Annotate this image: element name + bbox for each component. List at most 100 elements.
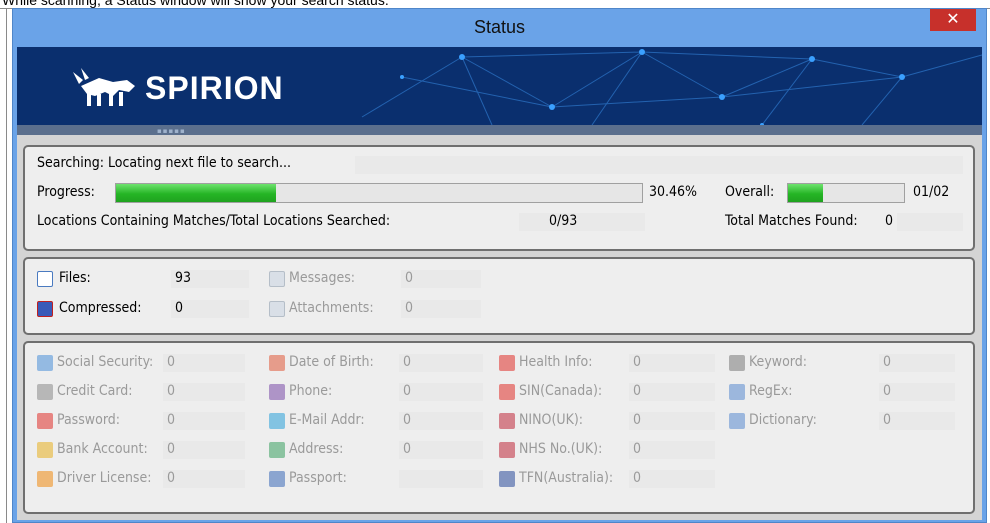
progress-bar [115, 183, 643, 203]
data-type-label: Password: [57, 412, 120, 428]
close-icon: ✕ [946, 11, 960, 28]
data-type-value: 0 [167, 470, 176, 486]
file-icon [37, 271, 53, 287]
progress-bar-fill [116, 184, 277, 202]
house-icon [269, 442, 285, 458]
data-type-value: 0 [633, 441, 642, 457]
uk-flag-icon [499, 442, 515, 458]
data-type-label: Keyword: [749, 354, 807, 370]
data-type-field-bg [163, 412, 245, 430]
total-matches-label: Total Matches Found: [725, 213, 858, 229]
health-cross-icon [499, 355, 515, 371]
compressed-file-icon [37, 301, 53, 317]
data-type-field-bg [629, 470, 715, 488]
data-type-field-bg [163, 354, 245, 372]
data-type-label: Passport: [289, 470, 347, 486]
close-button[interactable]: ✕ [930, 9, 976, 31]
logo-text: SPIRION [145, 69, 284, 106]
globe-icon [269, 471, 285, 487]
data-type-field-bg [629, 383, 715, 401]
magnifier-icon [729, 355, 745, 371]
data-type-label: SIN(Canada): [519, 383, 603, 399]
data-type-label: Bank Account: [57, 441, 148, 457]
overall-progress-bar [787, 183, 905, 203]
page-caption: While scanning, a Status window will sho… [2, 0, 389, 8]
data-type-field-bg [399, 383, 483, 401]
data-type-value: 0 [633, 383, 642, 399]
calendar-icon [269, 355, 285, 371]
locations-field-bg [519, 213, 645, 231]
data-type-field-bg [399, 354, 483, 372]
data-type-field-bg [163, 383, 245, 401]
car-icon [37, 471, 53, 487]
data-type-value: 0 [883, 354, 892, 370]
status-window: Status ✕ SPIRION ▪▪▪▪▪ Searching: Locati… [12, 8, 987, 523]
searching-status-text: Searching: Locating next file to search.… [37, 155, 292, 171]
divider [6, 8, 7, 523]
data-type-label: Phone: [289, 383, 333, 399]
data-type-value: 0 [167, 412, 176, 428]
strip-dots: ▪▪▪▪▪ [157, 127, 186, 135]
data-type-field-bg [399, 412, 483, 430]
locations-label: Locations Containing Matches/Total Locat… [37, 213, 391, 229]
overall-progress-fill [788, 184, 823, 202]
banner-strip: ▪▪▪▪▪ [17, 125, 982, 135]
data-type-value: 0 [167, 354, 176, 370]
canada-flag-icon [499, 384, 515, 400]
attachments-label: Attachments: [289, 300, 374, 316]
attachment-icon [269, 301, 285, 317]
compressed-value: 0 [175, 300, 184, 316]
phone-icon [269, 384, 285, 400]
data-type-label: TFN(Australia): [519, 470, 614, 486]
data-type-label: Driver License: [57, 470, 152, 486]
id-card-icon [37, 355, 53, 371]
progress-panel: Searching: Locating next file to search.… [23, 145, 975, 251]
total-matches-value: 0 [885, 213, 894, 229]
asterisk-icon [37, 413, 53, 429]
data-type-label: Credit Card: [57, 383, 133, 399]
data-type-label: NHS No.(UK): [519, 441, 603, 457]
dictionary-icon [729, 413, 745, 429]
title-bar[interactable]: Status ✕ [13, 9, 986, 47]
data-type-label: RegEx: [749, 383, 793, 399]
files-value: 93 [175, 270, 192, 286]
data-type-label: Health Info: [519, 354, 593, 370]
credit-card-icon [37, 384, 53, 400]
data-type-value: 0 [403, 383, 412, 399]
regex-icon [729, 384, 745, 400]
data-type-label: NINO(UK): [519, 412, 584, 428]
bank-icon [37, 442, 53, 458]
counts-panel: Files: 93 Compressed: 0 Messages: 0 Atta… [23, 257, 975, 335]
data-type-value: 0 [633, 412, 642, 428]
messages-value: 0 [405, 270, 414, 286]
messages-label: Messages: [289, 270, 356, 286]
data-type-field-bg [629, 412, 715, 430]
progress-percent: 30.46% [649, 184, 698, 200]
status-field-bg [355, 156, 963, 174]
overall-label: Overall: [725, 184, 775, 200]
data-type-value: 0 [633, 470, 642, 486]
spirion-logo: SPIRION [69, 65, 284, 111]
data-type-field-bg [629, 441, 715, 459]
envelope-icon [269, 271, 285, 287]
locations-value: 0/93 [549, 213, 578, 229]
compressed-label: Compressed: [59, 300, 142, 316]
data-type-value: 0 [883, 383, 892, 399]
data-type-field-bg [163, 470, 245, 488]
uk-flag-icon [499, 413, 515, 429]
overall-value: 01/02 [913, 184, 950, 200]
spirion-mascot-icon [73, 68, 135, 106]
network-graphic [361, 49, 982, 125]
data-type-label: Dictionary: [749, 412, 817, 428]
data-type-value: 0 [403, 441, 412, 457]
data-type-label: E-Mail Addr: [289, 412, 365, 428]
data-type-value: 0 [167, 383, 176, 399]
files-label: Files: [59, 270, 91, 286]
data-type-value: 0 [633, 354, 642, 370]
data-types-panel: Social Security: 0 Credit Card: 0 Password: 0… [23, 341, 975, 514]
spirion-banner: SPIRION [17, 47, 982, 125]
data-type-label: Date of Birth: [289, 354, 374, 370]
data-type-value: 0 [883, 412, 892, 428]
attachments-value: 0 [405, 300, 414, 316]
data-type-value: 0 [167, 441, 176, 457]
